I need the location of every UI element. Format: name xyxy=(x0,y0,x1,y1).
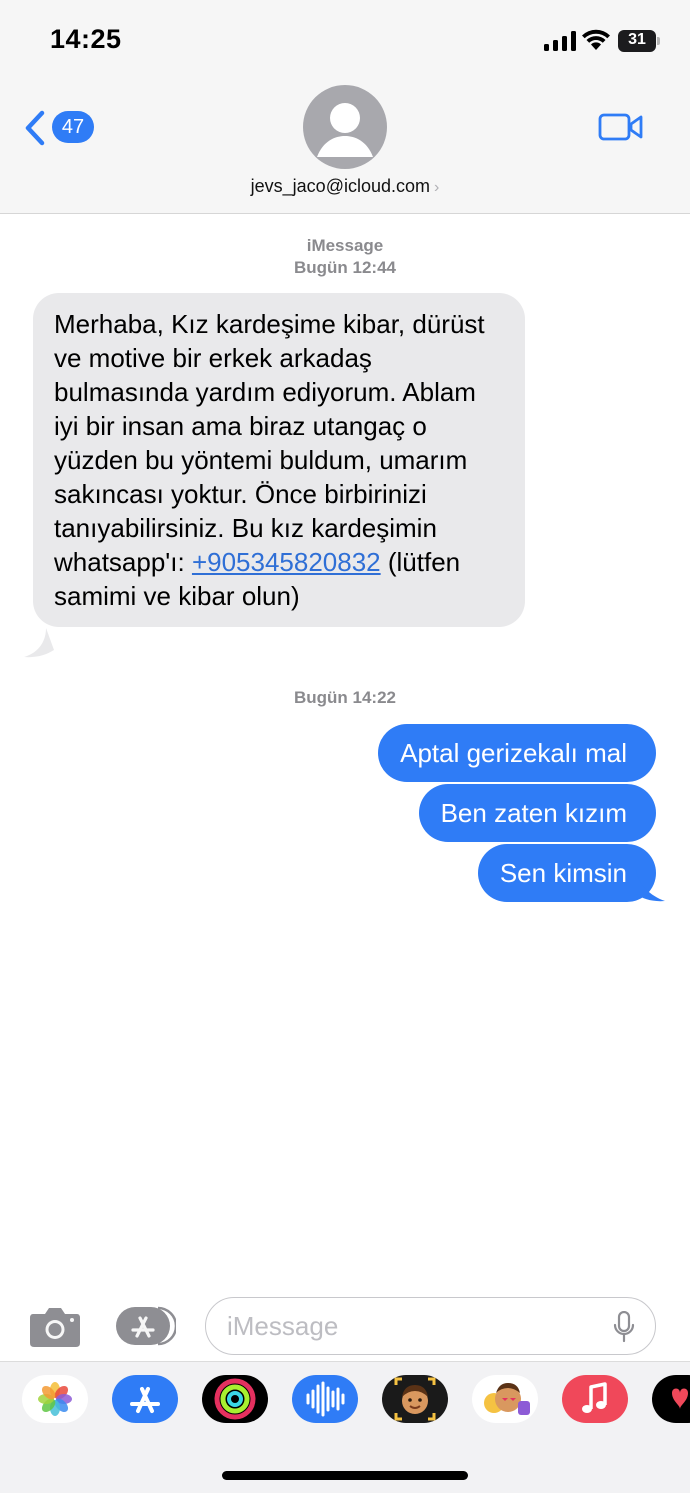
phone-number-link[interactable]: +905345820832 xyxy=(192,547,381,577)
chevron-left-icon xyxy=(25,110,45,146)
contact-avatar[interactable] xyxy=(303,85,387,169)
outgoing-message-bubble[interactable]: Aptal gerizekalı mal xyxy=(378,724,656,782)
outgoing-message-text: Aptal gerizekalı mal xyxy=(400,738,627,768)
status-bar: 14:25 31 xyxy=(0,0,690,80)
service-label: iMessage xyxy=(0,235,690,257)
timestamp-text: Bugün 12:44 xyxy=(293,258,397,277)
app-store-button[interactable] xyxy=(116,1306,178,1346)
battery-percent: 31 xyxy=(628,31,646,48)
incoming-message-bubble[interactable]: Merhaba, Kız kardeşime kibar, dürüst ve … xyxy=(33,293,525,627)
incoming-bubble-tail xyxy=(24,628,54,658)
outgoing-message-text: Ben zaten kızım xyxy=(440,798,627,828)
music-icon[interactable] xyxy=(562,1375,628,1423)
camera-icon[interactable] xyxy=(29,1304,81,1348)
audio-message-icon[interactable] xyxy=(292,1375,358,1423)
outgoing-bubble-tail xyxy=(636,870,665,902)
status-time: 14:25 xyxy=(50,24,122,54)
person-icon xyxy=(317,103,373,157)
outgoing-message-text: Sen kimsin xyxy=(499,858,627,888)
contact-name-text: jevs_jaco@icloud.com xyxy=(250,176,431,196)
contact-name[interactable]: jevs_jaco@icloud.com › xyxy=(0,176,690,197)
video-camera-icon[interactable] xyxy=(598,111,644,143)
chevron-right-icon: › xyxy=(434,179,440,196)
signal-icon xyxy=(544,31,576,51)
app-store-icon[interactable] xyxy=(112,1375,178,1423)
conversation-header: 47 jevs_jaco@icloud.com › xyxy=(0,80,690,214)
photos-icon[interactable] xyxy=(22,1375,88,1423)
timestamp-text: Bugün 14:22 xyxy=(293,688,397,707)
battery-icon: 31 xyxy=(618,30,660,52)
timestamp: Bugün 12:44 xyxy=(0,257,690,279)
timestamp: Bugün 14:22 xyxy=(0,687,690,709)
back-button[interactable]: 47 xyxy=(24,108,104,148)
incoming-message-text: Merhaba, Kız kardeşime kibar, dürüst ve … xyxy=(54,309,485,577)
memoji-icon[interactable] xyxy=(382,1375,448,1423)
home-indicator[interactable] xyxy=(222,1471,468,1480)
service-label-text: iMessage xyxy=(306,236,384,255)
wifi-icon xyxy=(582,29,610,50)
app-store-icon xyxy=(116,1306,178,1346)
outgoing-message-bubble[interactable]: Ben zaten kızım xyxy=(418,784,656,842)
message-input-placeholder: iMessage xyxy=(227,1311,339,1341)
message-input[interactable]: iMessage xyxy=(205,1297,656,1355)
activity-icon[interactable] xyxy=(202,1375,268,1423)
digital-touch-icon[interactable] xyxy=(652,1375,690,1423)
outgoing-message-bubble[interactable]: Sen kimsin xyxy=(477,844,656,902)
unread-badge: 47 xyxy=(52,111,94,143)
animoji-stickers-icon[interactable] xyxy=(472,1375,538,1423)
microphone-icon[interactable] xyxy=(613,1311,635,1343)
